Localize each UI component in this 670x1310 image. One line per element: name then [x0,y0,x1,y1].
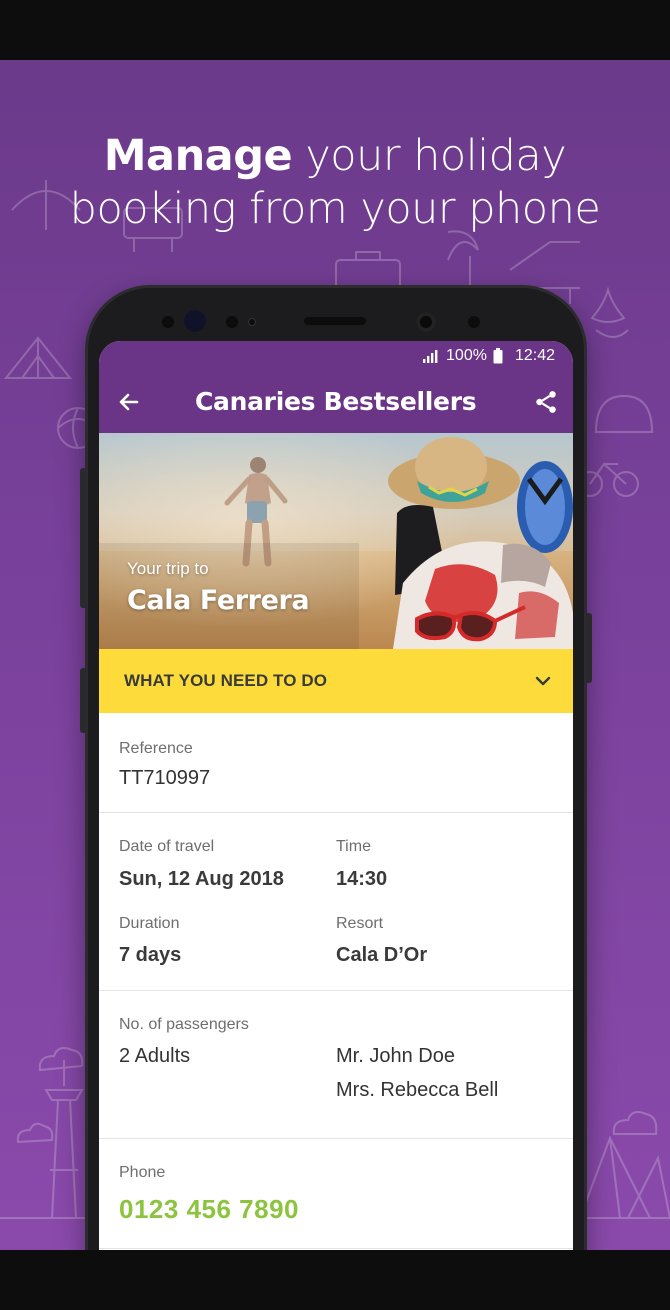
front-camera [416,312,436,332]
travel-details-section: Date of travel Sun, 12 Aug 2018 Time 14:… [99,813,573,991]
headline-line1: your holiday [292,131,567,181]
share-icon [536,391,556,413]
headline-line2: booking from your phone [69,184,601,234]
trip-subtitle: Your trip to [127,559,209,578]
app-bar: Canaries Bestsellers [99,371,573,433]
reference-value: TT710997 [119,767,211,789]
share-button[interactable] [529,385,563,419]
cloud-icon [16,1122,54,1144]
volume-button [80,468,86,608]
led-sensor [226,316,238,328]
status-bar: 100% 12:42 [99,341,573,371]
passenger-name: Mrs. Rebecca Bell [336,1079,499,1101]
promo-background: Manage your holiday booking from your ph… [0,60,670,1250]
tent-icon [3,336,73,379]
earpiece-speaker [304,317,366,325]
cloud-icon [38,1047,84,1072]
pyramid-icon [578,1135,670,1219]
duration-value: 7 days [119,944,182,966]
bikini-icon [590,286,629,338]
iris-camera [468,316,480,328]
phone-number-link[interactable]: 0123 456 7890 [119,1194,299,1225]
phone-screen: 100% 12:42 Canaries Bestsellers Your tri… [99,341,573,1250]
passengers-label: No. of passengers [119,1016,249,1033]
cap-icon [594,394,654,433]
battery-percent: 100% [446,347,487,364]
time-value: 14:30 [336,868,388,890]
trip-hero-image: Your trip to Cala Ferrera [99,433,573,649]
bicycle-icon [577,462,639,497]
top-letterbox [0,0,670,60]
resort-label: Resort [336,915,384,932]
power-button [586,613,592,683]
phone-section: Phone 0123 456 7890 [99,1139,573,1249]
app-title: Canaries Bestsellers [195,387,477,416]
back-button[interactable] [113,386,145,418]
passenger-name: Mr. John Doe [336,1045,455,1067]
passengers-value: 2 Adults [119,1045,191,1067]
bixby-button [80,668,86,733]
passengers-section: No. of passengers 2 Adults Mr. John Doe … [99,991,573,1139]
flip-flops [517,461,573,553]
signal-icon [423,350,438,363]
trip-destination: Cala Ferrera [127,585,310,616]
what-you-need-to-do-toggle[interactable]: WHAT YOU NEED TO DO [99,649,573,713]
date-label: Date of travel [119,838,215,855]
todo-expand-button[interactable] [529,667,557,695]
cloud-icon [612,1111,658,1135]
reference-section: Reference TT710997 [99,713,573,813]
time-label: Time [336,838,371,855]
light-sensor [248,318,256,326]
proximity-sensor [162,316,174,328]
reference-label: Reference [119,740,193,757]
phone-label: Phone [119,1164,166,1181]
beach-photo [99,433,573,649]
chevron-down-icon [535,676,551,686]
resort-value: Cala D’Or [336,944,428,966]
space-needle-icon [40,1060,88,1219]
status-indicators: 100% 12:42 [422,347,555,365]
date-value: Sun, 12 Aug 2018 [119,868,284,890]
arrow-left-icon [119,393,139,411]
battery-icon [493,348,503,364]
todo-label: WHAT YOU NEED TO DO [124,671,328,690]
headline-strong: Manage [103,131,293,181]
promo-headline: Manage your holiday booking from your ph… [0,130,670,236]
bottom-letterbox [0,1250,670,1310]
iris-sensor [184,310,206,332]
duration-label: Duration [119,915,180,932]
phone-frame: 100% 12:42 Canaries Bestsellers Your tri… [80,288,592,1250]
status-time: 12:42 [514,347,555,364]
